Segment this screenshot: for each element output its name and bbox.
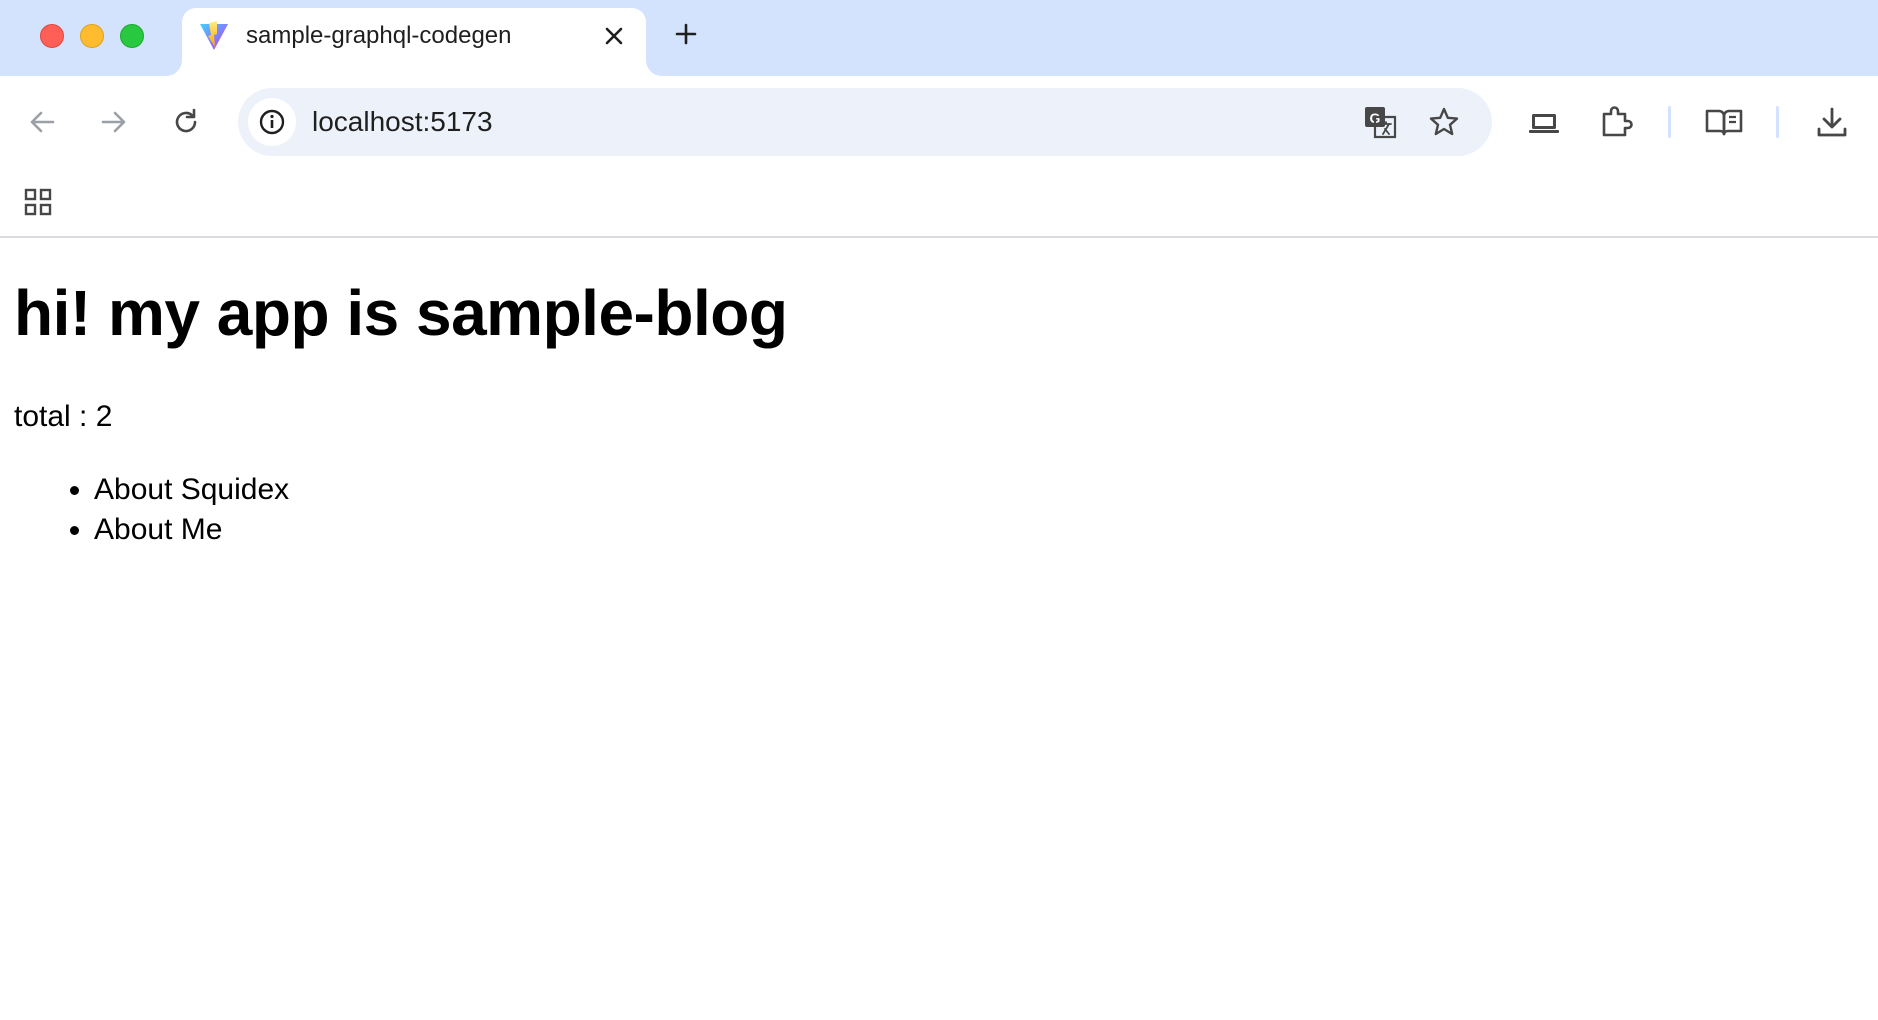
browser-toolbar: localhost:5173 G [0,76,1878,168]
toolbar-separator [1668,106,1671,138]
download-icon[interactable] [1810,100,1854,144]
post-list: About Squidex About Me [14,470,289,550]
list-item: About Me [94,510,289,550]
extensions-icon[interactable] [1594,100,1638,144]
reading-list-icon[interactable] [1702,100,1746,144]
page-title: hi! my app is sample-blog [14,277,788,349]
apps-grid-icon[interactable] [16,180,60,224]
tab-active[interactable]: sample-graphql-codegen [182,8,646,76]
maximize-window-button[interactable] [120,24,144,48]
new-tab-icon[interactable] [670,18,702,50]
translate-icon[interactable]: G [1358,100,1402,144]
bookmarks-bar [0,168,1878,238]
close-tab-icon[interactable] [598,20,630,52]
vite-logo-icon [198,20,230,52]
back-icon[interactable] [20,100,64,144]
minimize-window-button[interactable] [80,24,104,48]
tab-title: sample-graphql-codegen [246,22,512,49]
url-text[interactable]: localhost:5173 [312,106,493,138]
browser-window: sample-graphql-codegen localhost:5173 G … [0,0,1878,1020]
site-info-icon[interactable] [248,98,296,146]
close-window-button[interactable] [40,24,64,48]
bookmark-star-icon[interactable] [1422,100,1466,144]
page-content: hi! my app is sample-blog total : 2 Abou… [0,238,1878,1020]
list-item: About Squidex [94,470,289,510]
tab-strip: sample-graphql-codegen [0,0,1878,76]
toolbar-separator [1776,106,1779,138]
reload-icon[interactable] [164,100,208,144]
address-bar[interactable]: localhost:5173 G [238,88,1492,156]
total-count: total : 2 [14,400,113,433]
forward-icon[interactable] [92,100,136,144]
cast-icon[interactable] [1522,100,1566,144]
